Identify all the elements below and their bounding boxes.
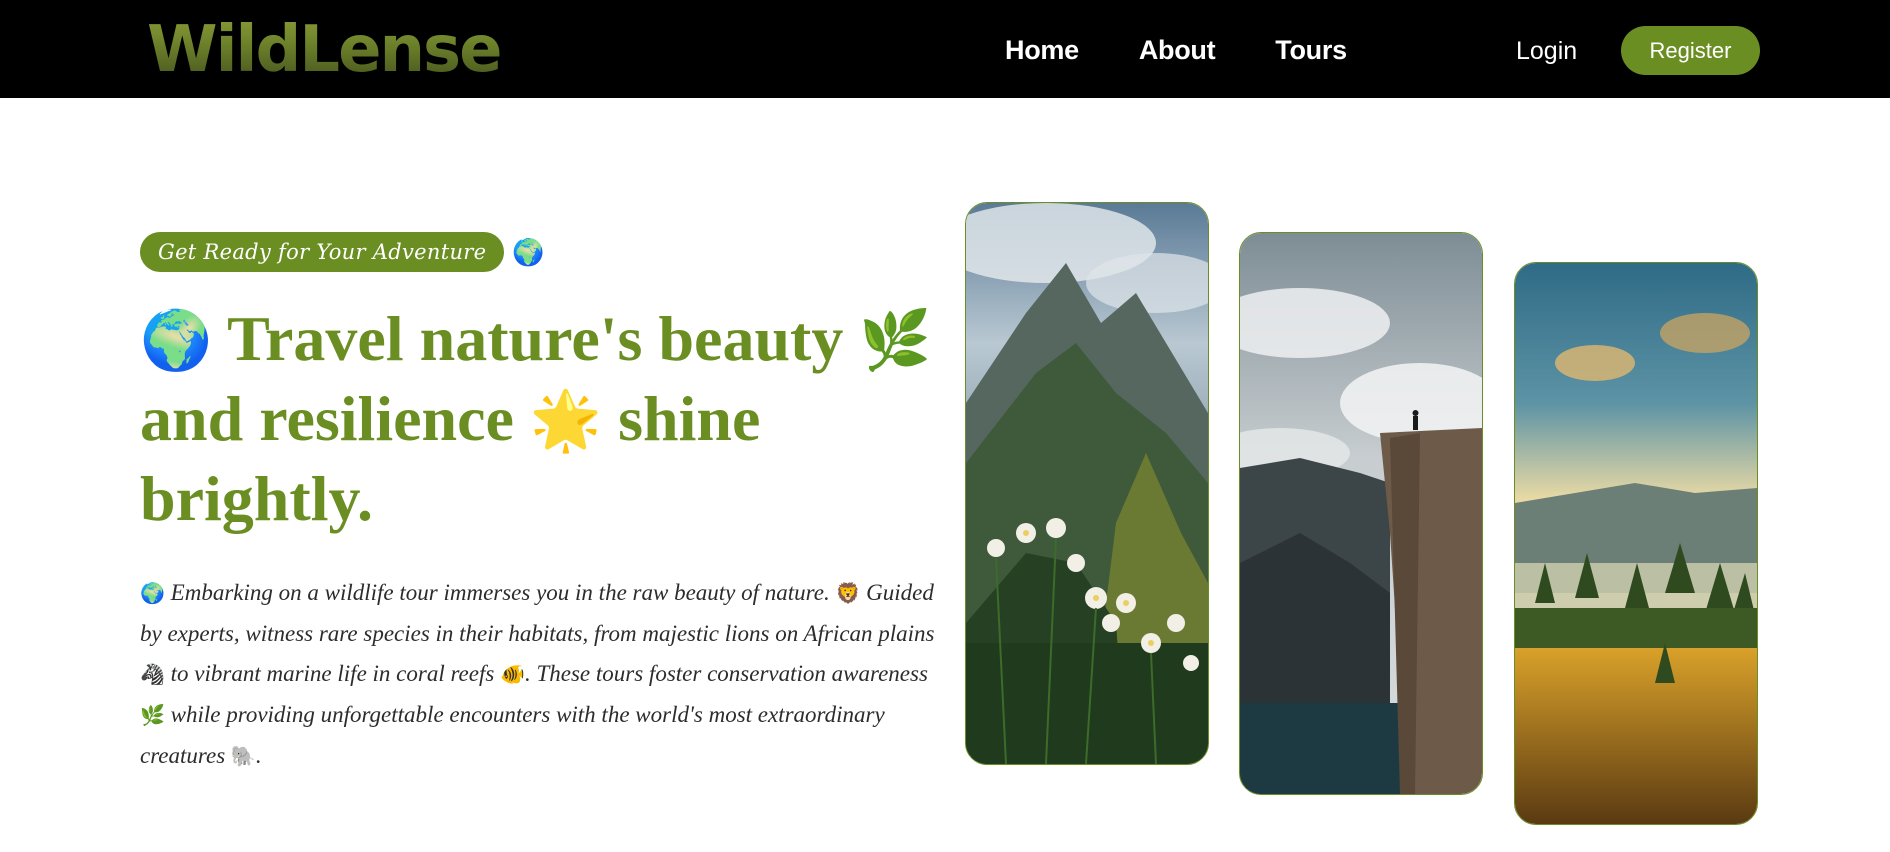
globe-icon: 🌍 [512, 236, 545, 267]
gallery-card-valley [1514, 262, 1758, 825]
logo-text: WildLense [147, 8, 503, 92]
headline-part-1: Travel nature's beauty [227, 303, 844, 374]
nav-link-about[interactable]: About [1139, 28, 1216, 72]
cliff-fjord-image [1240, 233, 1482, 794]
hero-headline: 🌍 Travel nature's beauty 🌿 and resilienc… [140, 300, 940, 538]
zebra-icon: 🦓 [140, 664, 165, 686]
description-text-1: Embarking on a wildlife tour immerses yo… [170, 580, 830, 605]
fish-icon: 🐠 [500, 664, 525, 686]
herb-icon: 🌿 [140, 705, 165, 727]
globe-icon: 🌍 [140, 583, 165, 605]
gallery-card-mountains [965, 202, 1209, 765]
register-button[interactable]: Register [1621, 26, 1760, 75]
hero-badge-row: Get Ready for Your Adventure 🌍 [140, 232, 545, 272]
nav-link-tours[interactable]: Tours [1275, 28, 1347, 72]
hero-description: 🌍 Embarking on a wildlife tour immerses … [140, 573, 940, 777]
login-button[interactable]: Login [1516, 30, 1577, 72]
lion-icon: 🦁 [835, 583, 861, 605]
misty-valley-image [1515, 263, 1757, 824]
globe-icon: 🌍 [140, 308, 213, 373]
description-text-6: . [255, 743, 262, 768]
elephant-icon: 🐘 [230, 746, 256, 768]
herb-icon: 🌿 [859, 308, 932, 373]
navbar: WildLense Home About Tours Login Registe… [0, 0, 1890, 98]
logo[interactable]: WildLense [147, 8, 503, 92]
description-text-4: . These tours foster conservation awaren… [524, 661, 928, 686]
adventure-badge: Get Ready for Your Adventure [140, 232, 505, 272]
gallery-card-cliff [1239, 232, 1483, 795]
star-icon: 🌟 [529, 388, 603, 453]
mountain-ridge-image [966, 203, 1208, 764]
nav-links: Home About Tours [1005, 28, 1407, 72]
nav-link-home[interactable]: Home [1005, 28, 1079, 72]
headline-part-2: and resilience [140, 383, 514, 454]
description-text-3: to vibrant marine life in coral reefs [170, 661, 495, 686]
